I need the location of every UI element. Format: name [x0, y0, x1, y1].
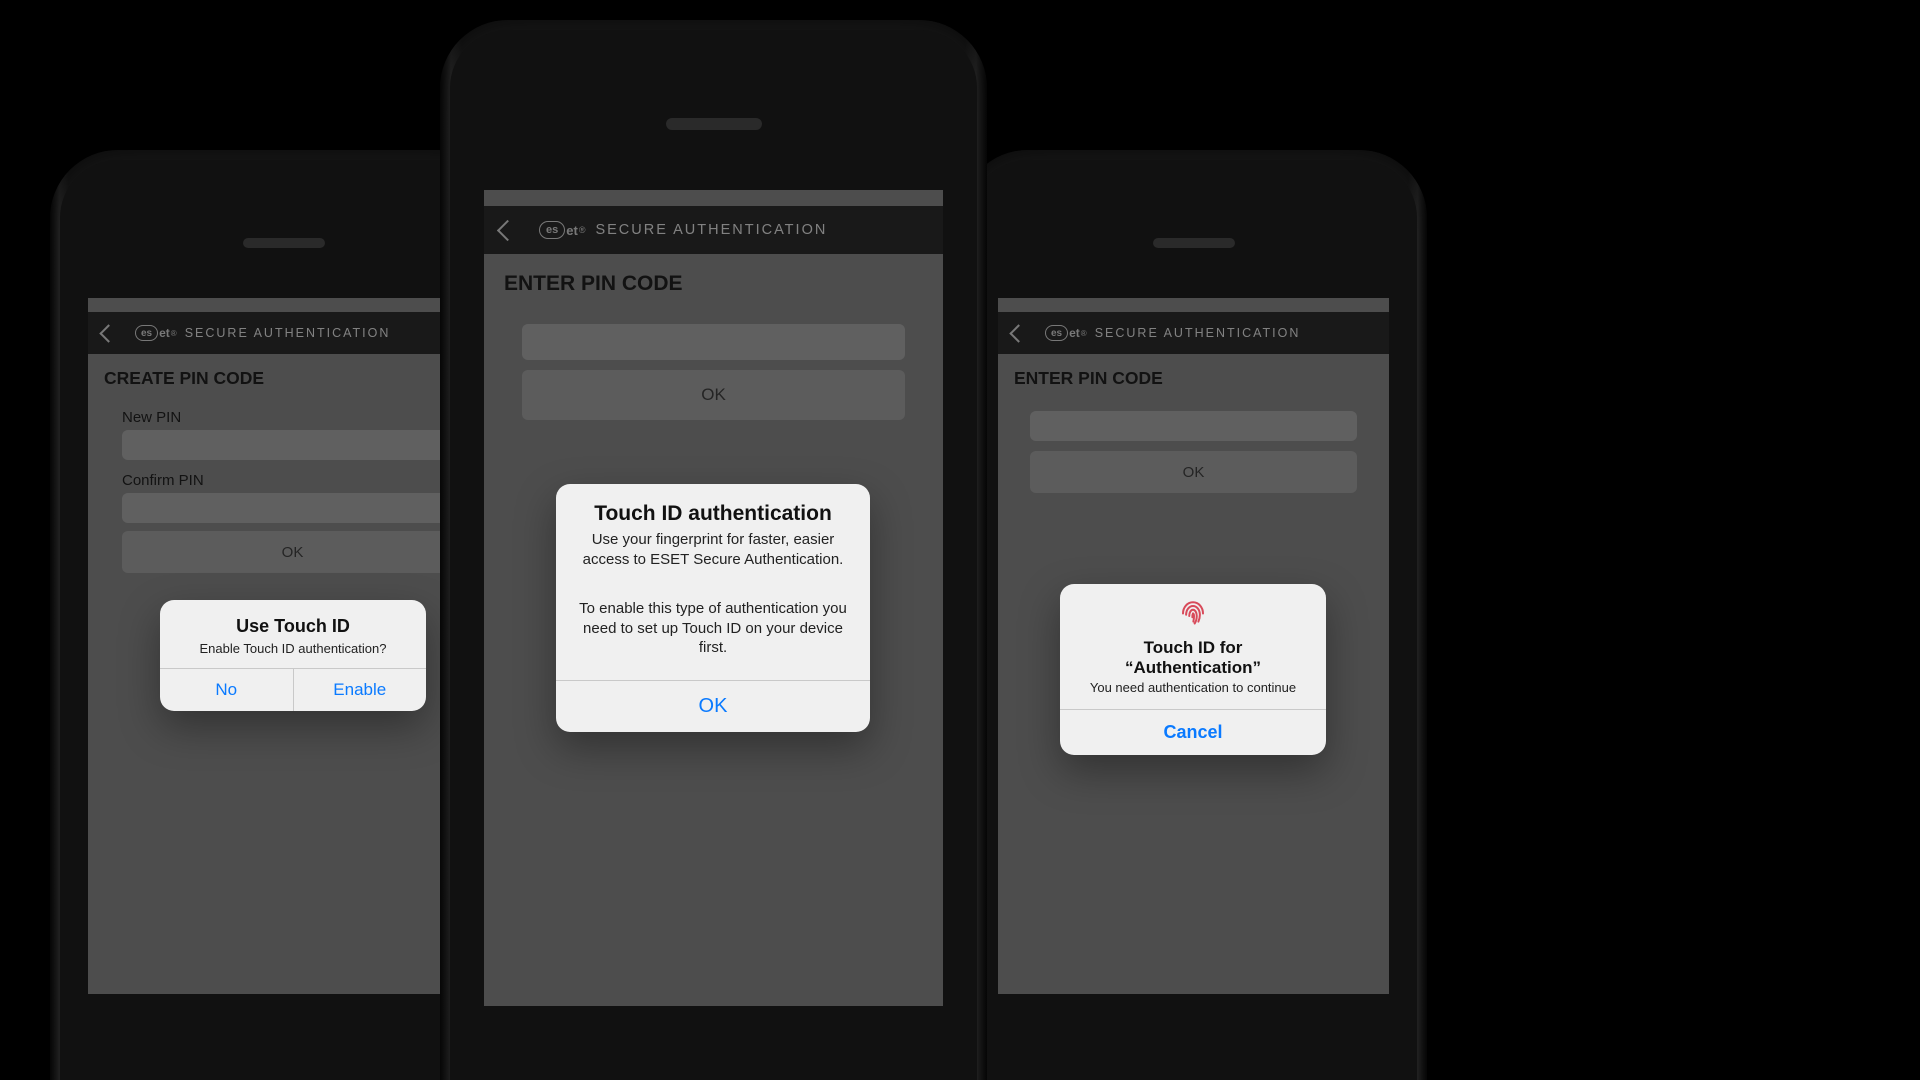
- alert-ok-button[interactable]: OK: [556, 681, 870, 732]
- navbar-title: SECURE AUTHENTICATION: [185, 326, 391, 340]
- nav-bar: es et ® SECURE AUTHENTICATION: [88, 312, 479, 354]
- alert-ok-button-label: OK: [699, 695, 728, 717]
- enable-button-label: Enable: [333, 680, 386, 699]
- nav-bar: es et ® SECURE AUTHENTICATION: [998, 312, 1389, 354]
- back-icon[interactable]: [99, 324, 117, 342]
- touch-id-prompt-alert: Touch ID for “Authentication” You need a…: [1060, 584, 1326, 755]
- phone-left-screen: es et ® SECURE AUTHENTICATION CREATE PIN…: [88, 298, 479, 994]
- status-bar: [88, 298, 479, 312]
- eset-logo: es et ®: [539, 221, 585, 239]
- back-icon[interactable]: [1009, 324, 1027, 342]
- registered-icon: ®: [1081, 329, 1087, 338]
- eset-logo-text: et: [1069, 326, 1080, 340]
- eset-logo: es et ®: [135, 325, 177, 341]
- use-touch-id-alert: Use Touch ID Enable Touch ID authenticat…: [160, 600, 426, 711]
- new-pin-label: New PIN: [122, 409, 463, 426]
- registered-icon: ®: [171, 329, 177, 338]
- alert-title: Touch ID authentication: [578, 502, 848, 526]
- stage: es et ® SECURE AUTHENTICATION CREATE PIN…: [0, 0, 1920, 1080]
- alert-message-1: Use your fingerprint for faster, easier …: [578, 530, 848, 569]
- eset-logo: es et ®: [1045, 325, 1087, 341]
- no-button[interactable]: No: [160, 669, 293, 711]
- pin-input[interactable]: [522, 324, 905, 360]
- eset-logo-text: et: [159, 326, 170, 340]
- speaker-icon: [1153, 238, 1235, 248]
- ok-button-label: OK: [1183, 464, 1205, 481]
- new-pin-input[interactable]: [122, 430, 463, 460]
- navbar-title: SECURE AUTHENTICATION: [595, 222, 827, 238]
- confirm-pin-input[interactable]: [122, 493, 463, 523]
- phone-right-screen: es et ® SECURE AUTHENTICATION ENTER PIN …: [998, 298, 1389, 994]
- page-title: CREATE PIN CODE: [104, 368, 463, 389]
- alert-title: Touch ID for “Authentication”: [1074, 638, 1312, 678]
- phone-right: es et ® SECURE AUTHENTICATION ENTER PIN …: [960, 150, 1427, 1080]
- alert-message: Enable Touch ID authentication?: [176, 641, 410, 656]
- page-title: ENTER PIN CODE: [1014, 368, 1373, 389]
- eset-logo-text: et: [566, 223, 578, 238]
- speaker-icon: [666, 118, 762, 130]
- ok-button-label: OK: [282, 544, 304, 561]
- ok-button[interactable]: OK: [1030, 451, 1357, 493]
- back-icon[interactable]: [497, 219, 518, 240]
- alert-message: You need authentication to continue: [1074, 680, 1312, 695]
- cancel-button-label: Cancel: [1163, 722, 1222, 742]
- no-button-label: No: [215, 680, 237, 699]
- page-title: ENTER PIN CODE: [504, 272, 923, 296]
- alert-message-2: To enable this type of authentication yo…: [578, 599, 848, 658]
- cancel-button[interactable]: Cancel: [1060, 710, 1326, 755]
- speaker-icon: [243, 238, 325, 248]
- alert-title: Use Touch ID: [176, 616, 410, 637]
- nav-bar: es et ® SECURE AUTHENTICATION: [484, 206, 943, 254]
- navbar-title: SECURE AUTHENTICATION: [1095, 326, 1301, 340]
- status-bar: [484, 190, 943, 206]
- touch-id-auth-alert: Touch ID authentication Use your fingerp…: [556, 484, 870, 732]
- ok-button[interactable]: OK: [522, 370, 905, 420]
- pin-input[interactable]: [1030, 411, 1357, 441]
- ok-button-label: OK: [701, 385, 726, 405]
- enable-button[interactable]: Enable: [293, 669, 427, 711]
- ok-button[interactable]: OK: [122, 531, 463, 573]
- phone-center-screen: es et ® SECURE AUTHENTICATION ENTER PIN …: [484, 190, 943, 1006]
- eset-badge: es: [1045, 325, 1068, 341]
- registered-icon: ®: [579, 225, 586, 235]
- confirm-pin-label: Confirm PIN: [122, 472, 463, 489]
- eset-badge: es: [539, 221, 565, 239]
- eset-badge: es: [135, 325, 158, 341]
- phone-center: es et ® SECURE AUTHENTICATION ENTER PIN …: [440, 20, 987, 1080]
- status-bar: [998, 298, 1389, 312]
- fingerprint-icon: [1074, 596, 1312, 632]
